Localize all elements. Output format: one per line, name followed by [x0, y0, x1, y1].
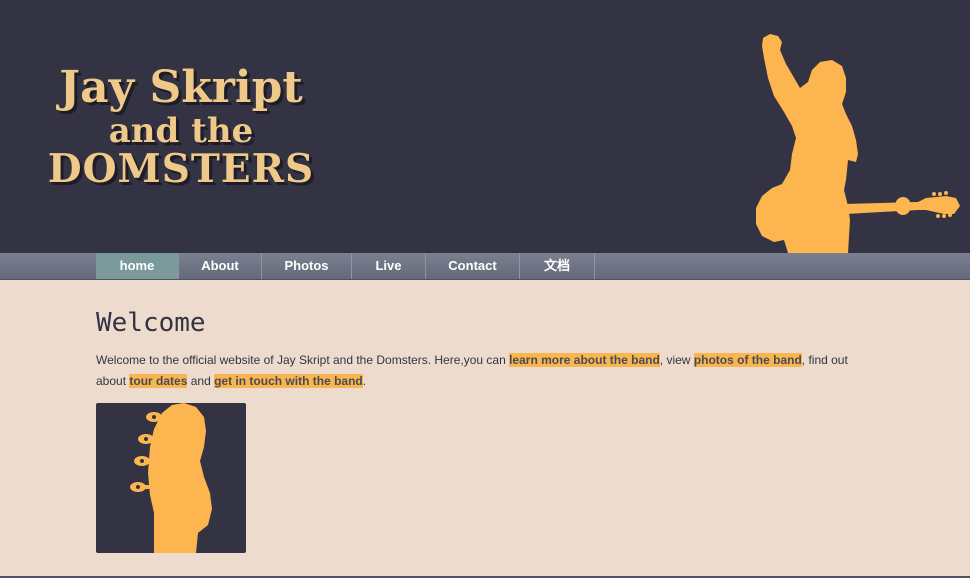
site-header: Jay Skript and the DOMSTERS	[0, 0, 970, 253]
intro-text-1: Welcome to the official website of Jay S…	[96, 353, 510, 367]
logo-line-3: DOMSTERS	[47, 146, 315, 192]
main-nav: home About Photos Live Contact 文档	[0, 253, 970, 280]
logo-line-2: and the	[108, 111, 254, 151]
bass-headstock-image	[96, 403, 246, 553]
logo-line-1: Jay Skript	[59, 62, 303, 113]
intro-paragraph: Welcome to the official website of Jay S…	[96, 350, 876, 392]
site-logo[interactable]: Jay Skript and the DOMSTERS	[36, 66, 326, 189]
nav-item-docs[interactable]: 文档	[520, 253, 595, 279]
main-content: Welcome Welcome to the official website …	[96, 279, 876, 392]
nav-item-contact[interactable]: Contact	[426, 253, 520, 279]
nav-item-live[interactable]: Live	[352, 253, 426, 279]
link-photos[interactable]: photos of the band	[693, 353, 802, 367]
bass-headstock-icon	[130, 403, 212, 553]
nav-item-about[interactable]: About	[179, 253, 262, 279]
link-about-band[interactable]: learn more about the band	[509, 353, 660, 367]
link-contact[interactable]: get in touch with the band	[214, 374, 363, 388]
nav-item-photos[interactable]: Photos	[262, 253, 352, 279]
intro-text-4: and	[187, 374, 215, 388]
page-title: Welcome	[96, 308, 206, 338]
link-tour-dates[interactable]: tour dates	[129, 374, 188, 388]
guitarist-silhouette-icon	[756, 34, 960, 253]
intro-text-2: , view	[659, 353, 694, 367]
nav-item-home[interactable]: home	[96, 253, 179, 279]
intro-text-5: .	[362, 374, 367, 388]
